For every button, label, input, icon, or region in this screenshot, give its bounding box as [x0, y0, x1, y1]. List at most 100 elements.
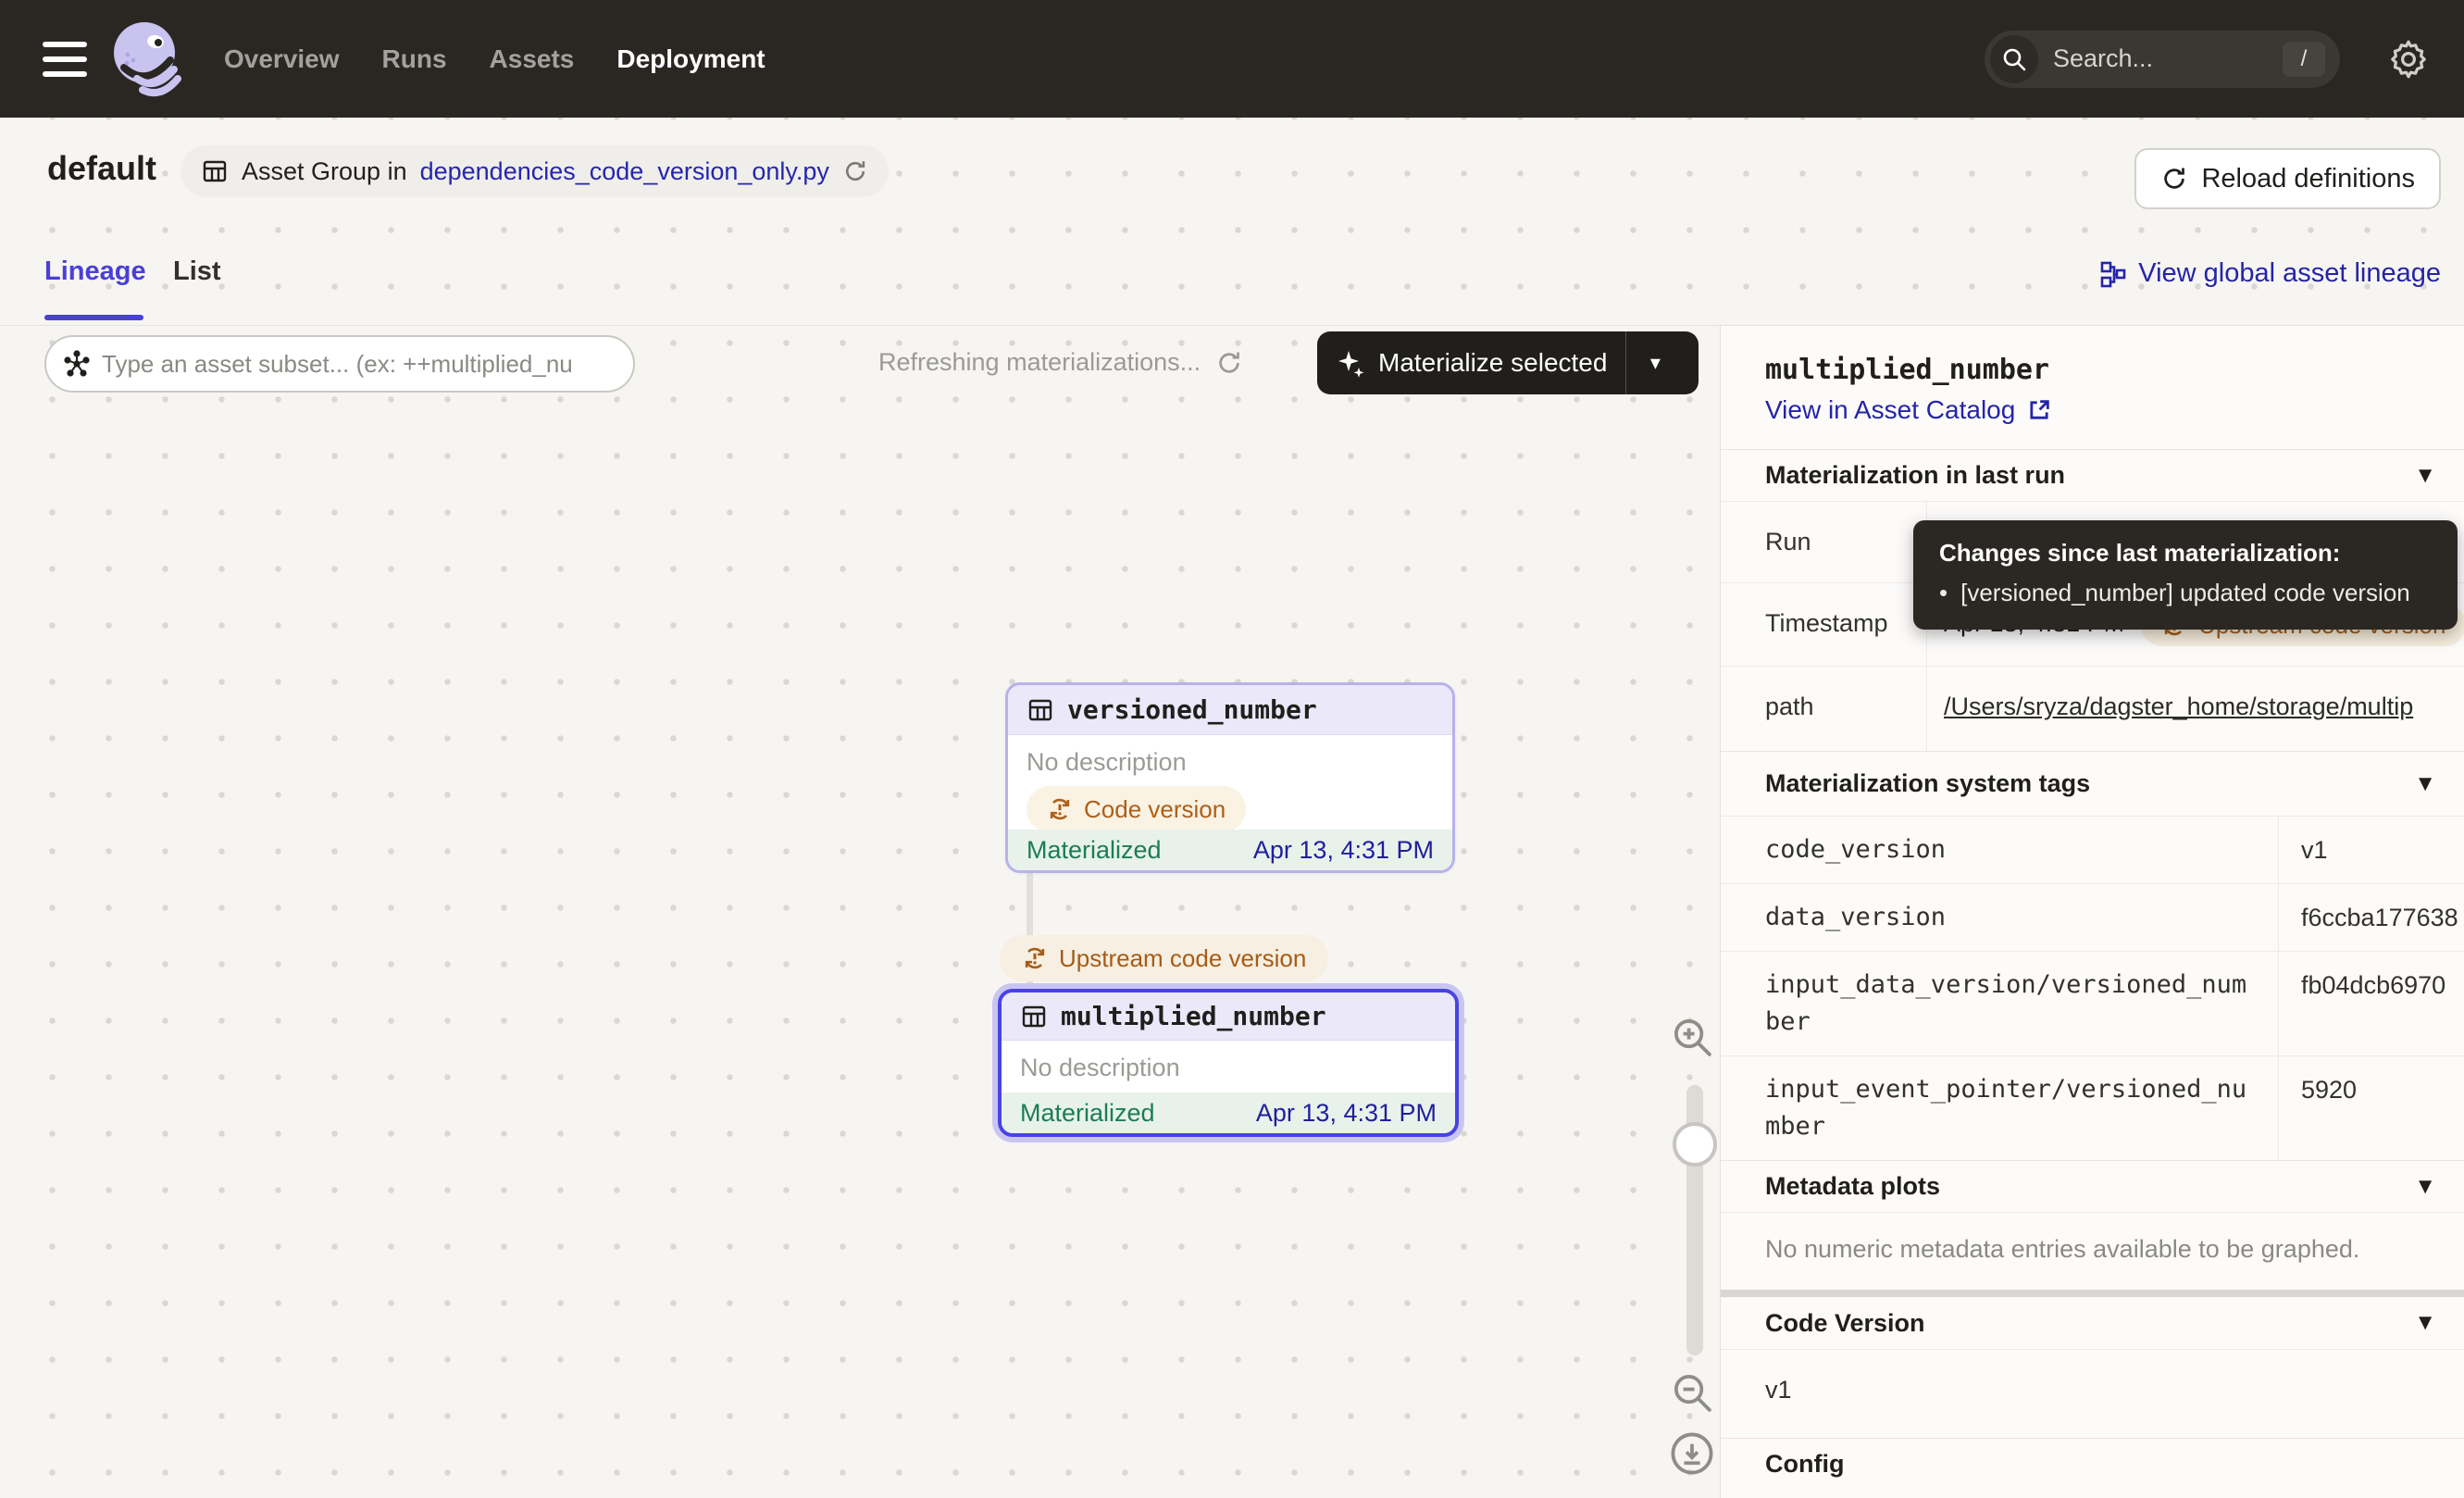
asset-node-footer: Materialized Apr 13, 4:31 PM	[1002, 1092, 1455, 1133]
sidebar-intro: multiplied_number View in Asset Catalog	[1721, 326, 2464, 449]
sparkle-icon	[1336, 347, 1367, 379]
view-in-asset-catalog-label: View in Asset Catalog	[1765, 395, 2015, 425]
asset-subset-placeholder: Type an asset subset... (ex: ++multiplie…	[102, 350, 573, 379]
table-grid-icon	[1027, 696, 1054, 724]
asset-node-versioned-number[interactable]: versioned_number No description Code ver…	[1005, 682, 1455, 873]
refreshing-status: Refreshing materializations...	[878, 348, 1243, 377]
dagster-logo-icon[interactable]	[109, 18, 181, 101]
nav-item-overview[interactable]: Overview	[224, 44, 340, 74]
tag-value: f6ccba177638	[2278, 884, 2464, 951]
search-shortcut-badge: /	[2283, 42, 2325, 77]
refresh-icon[interactable]	[1215, 349, 1243, 377]
tab-list[interactable]: List	[173, 256, 221, 287]
section-header-config[interactable]: Config	[1721, 1438, 2464, 1490]
section-header-system-tags[interactable]: Materialization system tags ▼	[1721, 751, 2464, 816]
section-header-label: Metadata plots	[1765, 1172, 1940, 1201]
code-version-value: v1	[1721, 1349, 2464, 1438]
changes-tooltip: Changes since last materialization: • [v…	[1913, 520, 2458, 630]
bullet: •	[1939, 579, 1948, 607]
asset-name: versioned_number	[1067, 694, 1317, 725]
code-version-tag-label: Code version	[1084, 795, 1226, 824]
materialized-status: Materialized	[1027, 836, 1162, 865]
zoom-slider-handle[interactable]	[1673, 1122, 1717, 1167]
nav-item-assets[interactable]: Assets	[490, 44, 575, 74]
metadata-plots-empty-message: No numeric metadata entries available to…	[1721, 1212, 2464, 1290]
path-link[interactable]: /Users/sryza/dagster_home/storage/multip	[1944, 693, 2413, 721]
view-global-asset-lineage-label: View global asset lineage	[2138, 258, 2441, 289]
table-row: input_data_version/versioned_number fb04…	[1721, 951, 2464, 1055]
settings-gear-icon[interactable]	[2386, 37, 2431, 81]
menu-icon[interactable]	[43, 42, 87, 77]
tag-key: input_data_version/versioned_number	[1721, 952, 2278, 1055]
zoom-out-icon[interactable]	[1670, 1370, 1714, 1415]
search-input[interactable]: Search... /	[1985, 31, 2340, 88]
page-title: default	[47, 149, 156, 188]
asset-description: No description	[1027, 748, 1434, 777]
search-placeholder: Search...	[2053, 44, 2153, 73]
tooltip-title: Changes since last materialization:	[1939, 539, 2432, 568]
upstream-code-version-label: Upstream code version	[1059, 944, 1306, 973]
row-label: path	[1721, 667, 1926, 751]
code-version-tag[interactable]: Code version	[1027, 786, 1246, 832]
table-row: code_version v1	[1721, 816, 2464, 883]
zoom-in-icon[interactable]	[1670, 1015, 1714, 1059]
chevron-down-icon[interactable]: ▼	[2414, 1174, 2436, 1200]
download-image-icon[interactable]	[1670, 1431, 1714, 1476]
external-link-icon	[2026, 397, 2052, 423]
asset-node-multiplied-number[interactable]: multiplied_number No description Materia…	[998, 989, 1459, 1137]
refreshing-label: Refreshing materializations...	[878, 348, 1201, 377]
asset-detail-sidebar: multiplied_number View in Asset Catalog …	[1720, 326, 2464, 1498]
tooltip-item: [versioned_number] updated code version	[1960, 579, 2410, 607]
code-version-warning-icon	[1022, 945, 1048, 971]
nav-item-deployment[interactable]: Deployment	[616, 44, 765, 74]
upstream-code-version-tag[interactable]: Upstream code version	[1000, 935, 1328, 981]
reload-definitions-label: Reload definitions	[2201, 164, 2415, 194]
table-grid-icon	[1020, 1003, 1048, 1030]
tag-key: data_version	[1721, 884, 2278, 951]
row-label: Timestamp	[1721, 583, 1926, 666]
materialized-timestamp[interactable]: Apr 13, 4:31 PM	[1256, 1099, 1437, 1128]
chevron-down-icon[interactable]: ▼	[2414, 1310, 2436, 1336]
materialized-timestamp[interactable]: Apr 13, 4:31 PM	[1253, 836, 1434, 865]
section-header-code-version[interactable]: Code Version ▼	[1721, 1297, 2464, 1349]
nav-item-runs[interactable]: Runs	[382, 44, 447, 74]
code-version-warning-icon	[1047, 796, 1073, 822]
active-tab-underline	[44, 315, 143, 320]
materialize-dropdown-caret[interactable]: ▾	[1626, 351, 1684, 375]
sidebar-asset-title: multiplied_number	[1765, 354, 2464, 386]
asset-graph-filter-icon	[63, 350, 91, 378]
lineage-graph-icon	[2099, 260, 2127, 288]
chevron-down-icon[interactable]: ▼	[2414, 463, 2436, 489]
tab-lineage[interactable]: Lineage	[44, 256, 146, 287]
reload-definitions-button[interactable]: Reload definitions	[2134, 148, 2441, 209]
chevron-down-icon[interactable]: ▼	[2414, 771, 2436, 797]
asset-group-file-link[interactable]: dependencies_code_version_only.py	[420, 157, 829, 186]
section-header-metadata-plots[interactable]: Metadata plots ▼	[1721, 1160, 2464, 1212]
tag-value: v1	[2278, 817, 2464, 883]
asset-group-label: Asset Group in	[242, 157, 407, 186]
asset-name: multiplied_number	[1061, 1001, 1326, 1031]
reload-icon	[2160, 165, 2188, 193]
section-header-label: Code Version	[1765, 1309, 1925, 1338]
materialize-selected-label: Materialize selected	[1378, 348, 1607, 378]
view-in-asset-catalog-link[interactable]: View in Asset Catalog	[1765, 395, 2052, 425]
asset-node-header: versioned_number	[1008, 685, 1452, 735]
view-global-asset-lineage-link[interactable]: View global asset lineage	[2099, 258, 2441, 289]
tag-value: fb04dcb6970	[2278, 952, 2464, 1055]
table-row-path: path /Users/sryza/dagster_home/storage/m…	[1721, 666, 2464, 751]
section-header-last-run[interactable]: Materialization in last run ▼	[1721, 449, 2464, 501]
refresh-icon[interactable]	[842, 158, 868, 184]
asset-group-badge: Asset Group in dependencies_code_version…	[180, 145, 889, 197]
row-label: Run	[1721, 502, 1926, 582]
table-row: input_event_pointer/versioned_number 592…	[1721, 1055, 2464, 1160]
materialize-selected-button[interactable]: Materialize selected ▾	[1317, 331, 1699, 394]
asset-graph-canvas[interactable]: Type an asset subset... (ex: ++multiplie…	[0, 326, 1720, 1498]
asset-description: No description	[1020, 1054, 1437, 1082]
nav-links: Overview Runs Assets Deployment	[224, 44, 765, 74]
table-grid-icon	[201, 157, 229, 185]
tag-value: 5920	[2278, 1056, 2464, 1160]
asset-subset-input[interactable]: Type an asset subset... (ex: ++multiplie…	[44, 335, 635, 393]
asset-node-footer: Materialized Apr 13, 4:31 PM	[1008, 830, 1452, 870]
asset-node-header: multiplied_number	[1002, 992, 1455, 1041]
section-header-label: Config	[1765, 1450, 1844, 1479]
